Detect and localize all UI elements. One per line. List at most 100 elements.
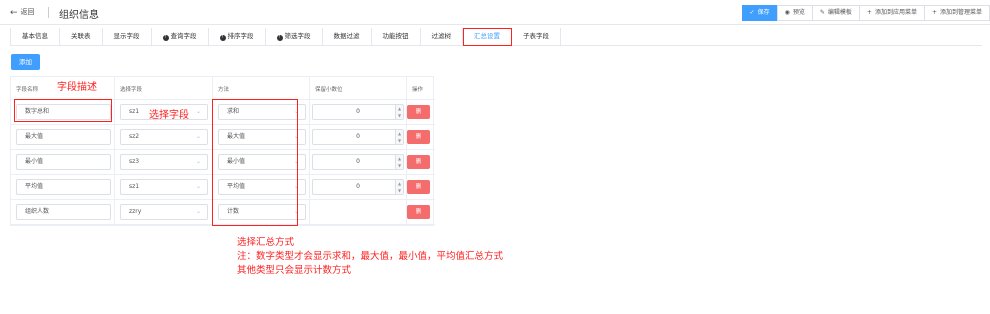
field-name-input[interactable]: 组织人数 [16, 204, 111, 220]
back-label: 返回 [20, 8, 35, 16]
preview-label: 预览 [792, 9, 805, 16]
add-to-admin-menu-label: 添加到管理菜单 [939, 9, 982, 16]
field-select[interactable]: sz2 ⌄ [120, 129, 208, 145]
cell-select-field: sz3 ⌄ [115, 150, 213, 174]
cell-field-name: 组织人数 [11, 200, 115, 224]
annotation-select-field: 选择字段 [149, 110, 189, 121]
tab-5[interactable]: ! 筛选字段 [266, 28, 323, 46]
field-select-value: sz1 [129, 183, 140, 190]
tab-label: 功能按钮 [382, 32, 409, 40]
annotation-field-desc: 字段描述 [57, 82, 97, 93]
decimals-value: 0 [356, 158, 360, 165]
edit-icon: ✎ [819, 9, 825, 16]
add-to-app-menu-label: 添加到应用菜单 [874, 9, 917, 16]
cell-field-name: 最大值 [11, 125, 115, 149]
header-actions: 操作 [412, 87, 424, 93]
cell-field-name: 最小值 [11, 150, 115, 174]
stepper-arrows-icon[interactable]: ▲ ▼ [395, 155, 403, 169]
tab-label: 汇总设置 [474, 32, 500, 40]
tab-6[interactable]: 数据过滤 [323, 28, 372, 46]
decimals-stepper[interactable]: 0 ▲ ▼ [312, 104, 404, 120]
info-icon: ! [162, 35, 169, 41]
cell-actions: 删 [407, 125, 435, 149]
delete-button[interactable]: 删 [407, 205, 430, 219]
tab-4[interactable]: ! 排序字段 [209, 28, 266, 46]
cell-select-field: sz1 ⌄ [115, 175, 213, 199]
decimals-stepper[interactable]: 0 ▲ ▼ [312, 179, 404, 195]
add-button[interactable]: 添加 [11, 54, 40, 70]
annotation-summary-title: 选择汇总方式 [237, 237, 295, 248]
add-to-admin-menu-button[interactable]: + 添加到管理菜单 [923, 5, 990, 21]
highlight-method-column [212, 99, 298, 226]
decimals-value: 0 [356, 133, 360, 140]
highlight-field-name [14, 99, 112, 122]
tab-label: 排序字段 [227, 32, 254, 40]
save-label: 保存 [757, 9, 770, 16]
tab-label: 数据过滤 [333, 32, 360, 40]
annotation-summary-other: 其他类型只会显示计数方式 [237, 265, 352, 276]
cell-select-field: zzry ⌄ [115, 200, 213, 224]
header-method: 方法 [213, 77, 310, 99]
top-header: ← 返回 组织信息 ✓ 保存 ◉ 预览 ✎ 编辑模板 + 添加到应用菜单 + 添加到管理菜单 [0, 0, 990, 25]
tab-label: 基本信息 [22, 32, 48, 40]
chevron-down-icon: ⌄ [195, 108, 201, 115]
field-select[interactable]: zzry ⌄ [120, 204, 208, 220]
tab-label: 过滤树 [431, 32, 452, 40]
cell-actions: 删 [407, 100, 435, 124]
tab-9[interactable]: 汇总设置 [463, 28, 512, 46]
stepper-arrows-icon[interactable]: ▲ ▼ [395, 105, 403, 119]
cell-decimals: 0 ▲ ▼ [310, 150, 407, 174]
edit-template-button[interactable]: ✎ 编辑模板 [811, 5, 860, 21]
add-to-app-menu-button[interactable]: + 添加到应用菜单 [858, 5, 925, 21]
cell-actions: 删 [407, 150, 435, 174]
decimals-stepper[interactable]: 0 ▲ ▼ [312, 129, 404, 145]
chevron-down-icon: ⌄ [195, 158, 201, 165]
field-select[interactable]: sz1 ⌄ [120, 179, 208, 195]
page-title: 组织信息 [59, 10, 99, 21]
tab-7[interactable]: 功能按钮 [372, 28, 421, 46]
tab-bar: 基本信息 关联表 显示字段! 查询字段! 排序字段! 筛选字段 数据过滤 功能按钮 过滤树 汇总设… [10, 28, 982, 46]
tab-1[interactable]: 关联表 [60, 28, 103, 46]
cell-field-name: 平均值 [11, 175, 115, 199]
tab-label: 查询字段 [170, 32, 197, 40]
back-button[interactable]: ← 返回 [10, 7, 35, 18]
delete-button[interactable]: 删 [407, 130, 430, 144]
cell-decimals: 0 ▲ ▼ [310, 175, 407, 199]
field-select-value: sz3 [129, 158, 140, 165]
field-name-input[interactable]: 最小值 [16, 154, 111, 170]
cell-decimals [310, 200, 407, 224]
field-name-input[interactable]: 平均值 [16, 179, 111, 195]
stepper-arrows-icon[interactable]: ▲ ▼ [395, 130, 403, 144]
tab-label: 子表字段 [523, 32, 549, 40]
preview-button[interactable]: ◉ 预览 [776, 5, 813, 21]
delete-button[interactable]: 删 [407, 155, 430, 169]
decimals-stepper[interactable]: 0 ▲ ▼ [312, 154, 404, 170]
cell-select-field: sz2 ⌄ [115, 125, 213, 149]
cell-decimals: 0 ▲ ▼ [310, 125, 407, 149]
field-select[interactable]: sz3 ⌄ [120, 154, 208, 170]
tab-2[interactable]: 显示字段 [103, 28, 152, 46]
chevron-down-icon: ⌄ [195, 133, 201, 140]
header-decimals: 保留小数位 [310, 77, 407, 99]
back-arrow-icon: ← [10, 8, 18, 18]
tab-8[interactable]: 过滤树 [421, 28, 463, 46]
header-select-field: 选择字段 [115, 77, 213, 99]
save-button[interactable]: ✓ 保存 [741, 5, 778, 21]
delete-button[interactable]: 删 [407, 105, 430, 119]
edit-template-label: 编辑模板 [827, 9, 852, 16]
plus-icon: + [866, 9, 872, 16]
tab-10[interactable]: 子表字段 [512, 28, 561, 46]
info-icon: ! [219, 35, 226, 41]
tab-label: 关联表 [71, 32, 91, 40]
delete-button[interactable]: 删 [407, 180, 430, 194]
tab-0[interactable]: 基本信息 [10, 28, 60, 46]
cell-actions: 删 [407, 175, 435, 199]
divider [48, 7, 49, 18]
field-name-input[interactable]: 最大值 [16, 129, 111, 145]
annotation-summary-note: 注：数字类型才会显示求和，最大值，最小值，平均值汇总方式 [237, 251, 504, 262]
stepper-arrows-icon[interactable]: ▲ ▼ [395, 180, 403, 194]
tab-3[interactable]: ! 查询字段 [152, 28, 209, 46]
chevron-down-icon: ⌄ [195, 208, 201, 215]
tab-label: 显示字段 [113, 32, 140, 40]
decimals-value: 0 [356, 108, 360, 115]
